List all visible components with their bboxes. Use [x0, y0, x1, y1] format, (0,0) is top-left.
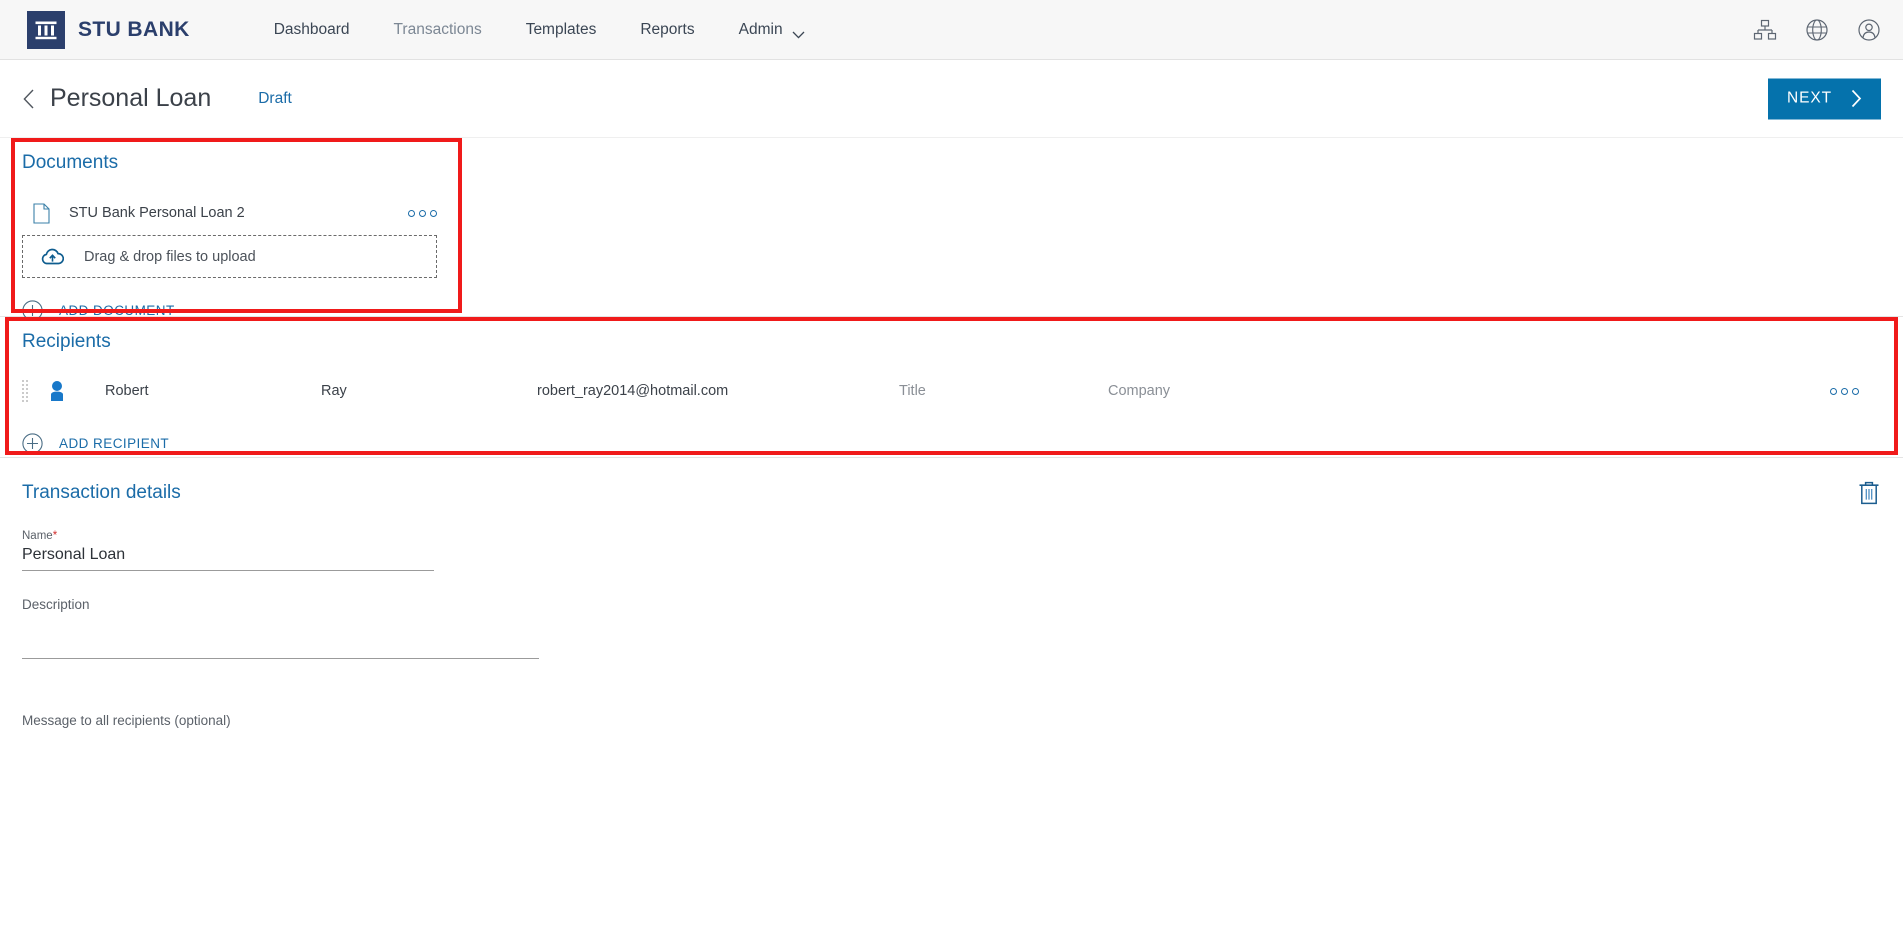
nav-item-reports[interactable]: Reports: [618, 21, 716, 39]
recipient-overflow-menu-icon[interactable]: [1830, 387, 1859, 395]
page-header: Personal Loan Draft NEXT: [0, 60, 1903, 138]
nav-item-label: Admin: [738, 20, 783, 38]
nav-item-label: Dashboard: [273, 20, 350, 38]
plus-circle-icon: [22, 433, 43, 454]
cloud-upload-icon: [41, 248, 65, 265]
recipient-company-placeholder[interactable]: Company: [1108, 383, 1170, 399]
recipient-first-name[interactable]: Robert: [105, 383, 149, 399]
person-avatar-icon: [47, 380, 67, 402]
documents-title: Documents: [22, 152, 119, 173]
recipient-last-name[interactable]: Ray: [321, 383, 347, 399]
chevron-right-icon: [1851, 89, 1862, 108]
globe-icon[interactable]: [1805, 18, 1829, 42]
nav-item-label: Transactions: [393, 20, 482, 38]
trash-icon[interactable]: [1857, 480, 1881, 506]
nav-item-dashboard[interactable]: Dashboard: [252, 21, 372, 39]
page-title: Personal Loan: [50, 84, 212, 112]
description-field-label: Description: [22, 597, 90, 612]
name-field-label: Name*: [22, 530, 1881, 542]
status-badge: Draft: [258, 89, 292, 107]
file-dropzone[interactable]: Drag & drop files to upload: [22, 235, 437, 278]
next-button[interactable]: NEXT: [1768, 78, 1881, 119]
dropzone-label: Drag & drop files to upload: [84, 248, 256, 265]
recipients-title: Recipients: [22, 331, 111, 352]
nav-item-admin[interactable]: Admin: [717, 21, 827, 39]
recipients-section: Recipients Robert Ray robert_ray2014@hot…: [0, 317, 1903, 457]
document-overflow-menu-icon[interactable]: [408, 209, 437, 217]
add-document-label: ADD DOCUMENT: [59, 303, 175, 318]
required-asterisk: *: [52, 530, 58, 542]
name-field-group: Name*: [22, 530, 1881, 571]
nav-item-transactions[interactable]: Transactions: [372, 21, 504, 39]
add-recipient-button[interactable]: ADD RECIPIENT: [22, 433, 169, 454]
chevron-left-icon[interactable]: [22, 89, 35, 109]
add-recipient-label: ADD RECIPIENT: [59, 436, 170, 451]
transaction-details-section: Transaction details Name* Description Me…: [0, 458, 1903, 728]
transaction-details-title: Transaction details: [22, 482, 181, 503]
bank-columns-icon: [27, 10, 65, 49]
top-navigation-bar: STU BANK Dashboard Transactions Template…: [0, 0, 1903, 60]
document-file-icon: [33, 202, 50, 224]
nav-right-icons: [1753, 0, 1881, 60]
document-list-item[interactable]: STU Bank Personal Loan 2: [22, 196, 437, 230]
recipient-email[interactable]: robert_ray2014@hotmail.com: [537, 383, 728, 399]
name-input[interactable]: [22, 542, 434, 571]
next-button-label: NEXT: [1787, 89, 1832, 107]
brand-logo[interactable]: STU BANK: [27, 10, 190, 49]
recipient-row[interactable]: Robert Ray robert_ray2014@hotmail.com Ti…: [22, 371, 1881, 411]
brand-name: STU BANK: [78, 17, 190, 41]
documents-section: Documents STU Bank Personal Loan 2 Drag …: [0, 138, 1903, 321]
user-account-icon[interactable]: [1857, 18, 1881, 42]
description-field-group: Description: [22, 597, 1881, 659]
sitemap-icon[interactable]: [1753, 18, 1777, 42]
nav-item-label: Templates: [525, 20, 597, 38]
message-field-label: Message to all recipients (optional): [22, 713, 231, 728]
description-input[interactable]: [22, 630, 539, 659]
recipient-title-placeholder[interactable]: Title: [899, 383, 926, 399]
nav-item-label: Reports: [640, 20, 695, 38]
drag-handle-icon[interactable]: [22, 378, 29, 404]
chevron-down-icon: [792, 26, 805, 39]
name-label-text: Name: [22, 530, 53, 542]
nav-item-templates[interactable]: Templates: [504, 21, 619, 39]
document-name: STU Bank Personal Loan 2: [69, 205, 245, 221]
main-nav-items: Dashboard Transactions Templates Reports…: [252, 21, 827, 39]
